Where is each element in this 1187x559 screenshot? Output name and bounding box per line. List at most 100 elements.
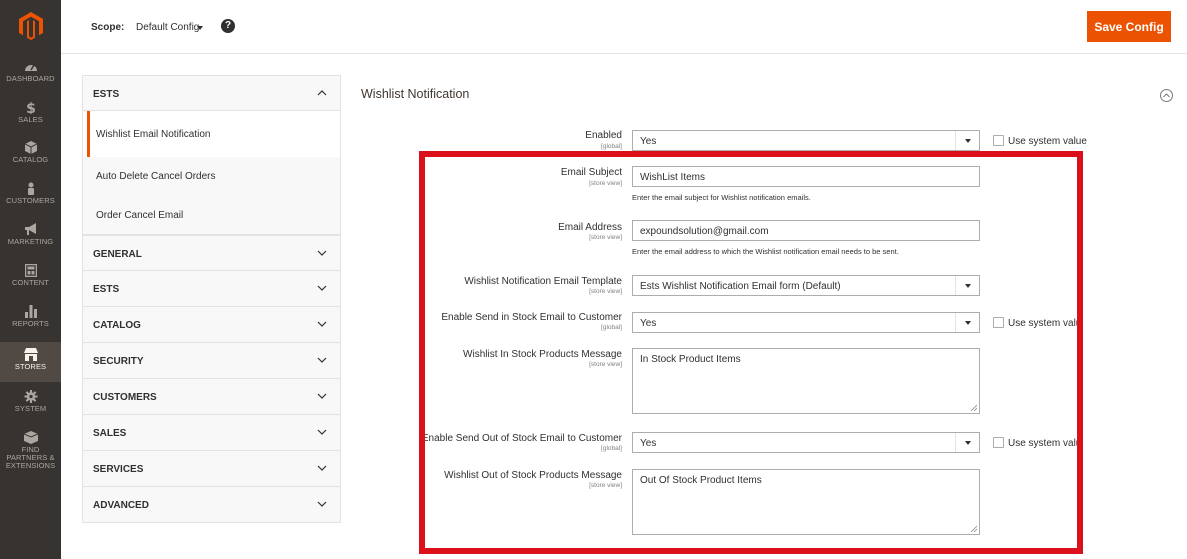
layout-icon (24, 264, 37, 277)
nav-label: REPORTS (12, 319, 49, 328)
field-label-in-stock-message: Wishlist In Stock Products Message (463, 349, 622, 360)
select-value: Yes (640, 136, 657, 147)
scope-hint: [store view] (589, 180, 622, 187)
scope-hint: [store view] (589, 234, 622, 241)
tab-group-ests[interactable]: ESTS (83, 271, 340, 307)
use-system-value-out-stock[interactable]: Use system valu (993, 437, 1077, 449)
tab-group-ests-open[interactable]: ESTS (82, 75, 341, 111)
use-system-value-enabled[interactable]: Use system value (993, 135, 1087, 147)
field-label-email-subject: Email Subject (560, 167, 622, 178)
nav-label: SALES (18, 115, 43, 124)
select-value: Yes (640, 438, 657, 449)
collapse-section-icon[interactable] (1160, 89, 1173, 102)
scope-switcher[interactable]: Default Config (136, 22, 199, 33)
checkbox-label: Use system value (1008, 136, 1087, 147)
sidebar-item-label: Auto Delete Cancel Orders (96, 171, 216, 182)
sidebar-item-auto-delete-cancel-orders[interactable]: Auto Delete Cancel Orders (82, 157, 341, 196)
sidebar-item-wishlist-email-notification[interactable]: Wishlist Email Notification (82, 111, 341, 157)
field-label-out-stock-message: Wishlist Out of Stock Products Message (444, 470, 622, 481)
gear-icon (24, 390, 37, 403)
email-template-select[interactable]: Ests Wishlist Notification Email form (D… (632, 275, 980, 296)
nav-sales[interactable]: $ SALES (0, 101, 61, 131)
tab-group-title: ESTS (93, 89, 120, 100)
resize-handle-icon[interactable] (970, 404, 977, 411)
tab-group-general[interactable]: GENERAL (83, 235, 340, 271)
nav-customers[interactable]: CUSTOMERS (0, 182, 61, 212)
checkbox[interactable] (993, 135, 1004, 146)
megaphone-icon (24, 223, 36, 235)
textarea-value: Out Of Stock Product Items (640, 475, 762, 486)
scope-hint: [global] (601, 143, 622, 150)
chevron-down-icon (955, 313, 979, 332)
field-label-out-stock-enable: Enable Send Out of Stock Email to Custom… (421, 433, 622, 444)
svg-text:$: $ (26, 101, 36, 114)
tab-group-services[interactable]: SERVICES (83, 451, 340, 487)
nav-label: FIND PARTNERS & EXTENSIONS (5, 445, 56, 470)
field-label-in-stock-enable: Enable Send in Stock Email to Customer (441, 312, 622, 323)
chevron-down-icon (955, 433, 979, 452)
chevron-down-icon (955, 276, 979, 295)
nav-label: CATALOG (12, 155, 49, 164)
sidebar-item-label: Wishlist Email Notification (96, 129, 211, 140)
chevron-down-icon[interactable] (197, 26, 203, 30)
chevron-down-icon (317, 321, 327, 327)
checkbox[interactable] (993, 317, 1004, 328)
resize-handle-icon[interactable] (970, 525, 977, 532)
select-value: Yes (640, 318, 657, 329)
out-stock-message-textarea[interactable]: Out Of Stock Product Items (632, 469, 980, 535)
tab-group-catalog[interactable]: CATALOG (83, 307, 340, 343)
nav-marketing[interactable]: MARKETING (0, 223, 61, 253)
chevron-down-icon (317, 429, 327, 435)
admin-nav: DASHBOARD $ SALES CATALOG CUSTOMERS MARK… (0, 0, 61, 559)
nav-catalog[interactable]: CATALOG (0, 141, 61, 171)
nav-label: STORES (14, 362, 47, 371)
tab-group-sales[interactable]: SALES (83, 415, 340, 451)
nav-dashboard[interactable]: DASHBOARD (0, 60, 61, 90)
chevron-down-icon (317, 285, 327, 291)
dollar-icon: $ (26, 101, 36, 114)
nav-find-partners[interactable]: FIND PARTNERS & EXTENSIONS (0, 431, 61, 470)
tab-group-title: SECURITY (93, 356, 144, 367)
cube-icon (24, 141, 37, 154)
field-label-email-address: Email Address (558, 222, 622, 233)
nav-content[interactable]: CONTENT (0, 264, 61, 294)
sidebar-item-order-cancel-email[interactable]: Order Cancel Email (82, 196, 341, 235)
chevron-down-icon (317, 250, 327, 256)
save-config-button[interactable]: Save Config (1087, 11, 1171, 42)
magento-logo-icon[interactable] (19, 12, 43, 40)
tab-group-title: ADVANCED (93, 500, 149, 511)
enabled-select[interactable]: Yes (632, 130, 980, 151)
scope-hint: [store view] (589, 288, 622, 295)
section-title: Wishlist Notification (361, 87, 470, 101)
store-icon (23, 348, 38, 361)
tab-group-customers[interactable]: CUSTOMERS (83, 379, 340, 415)
email-subject-input[interactable]: WishList Items (632, 166, 980, 187)
bar-chart-icon (24, 305, 37, 318)
checkbox-label: Use system valu (1008, 318, 1077, 329)
sidebar-item-label: Order Cancel Email (96, 210, 184, 221)
tab-group-security[interactable]: SECURITY (83, 343, 340, 379)
in-stock-enable-select[interactable]: Yes (632, 312, 980, 333)
chevron-down-icon (317, 393, 327, 399)
scope-hint: [global] (601, 324, 622, 331)
scope-hint: [store view] (589, 482, 622, 489)
nav-reports[interactable]: REPORTS (0, 305, 61, 335)
tab-group-advanced[interactable]: ADVANCED (83, 487, 340, 523)
tab-group-title: ESTS (93, 284, 120, 295)
out-stock-enable-select[interactable]: Yes (632, 432, 980, 453)
tab-group-title: GENERAL (93, 249, 142, 260)
chevron-down-icon (317, 501, 327, 507)
in-stock-message-textarea[interactable]: In Stock Product Items (632, 348, 980, 414)
checkbox-label: Use system valu (1008, 438, 1077, 449)
textarea-value: In Stock Product Items (640, 354, 741, 365)
field-note: Enter the email subject for Wishlist not… (632, 193, 811, 202)
use-system-value-in-stock[interactable]: Use system valu (993, 317, 1077, 329)
nav-system[interactable]: SYSTEM (0, 390, 61, 420)
checkbox[interactable] (993, 437, 1004, 448)
nav-stores[interactable]: STORES (0, 342, 61, 382)
tab-group-title: SALES (93, 428, 127, 439)
email-address-input[interactable]: expoundsolution@gmail.com (632, 220, 980, 241)
tab-group-title: CATALOG (93, 320, 141, 331)
help-icon[interactable]: ? (221, 19, 235, 33)
nav-label: DASHBOARD (6, 74, 55, 83)
